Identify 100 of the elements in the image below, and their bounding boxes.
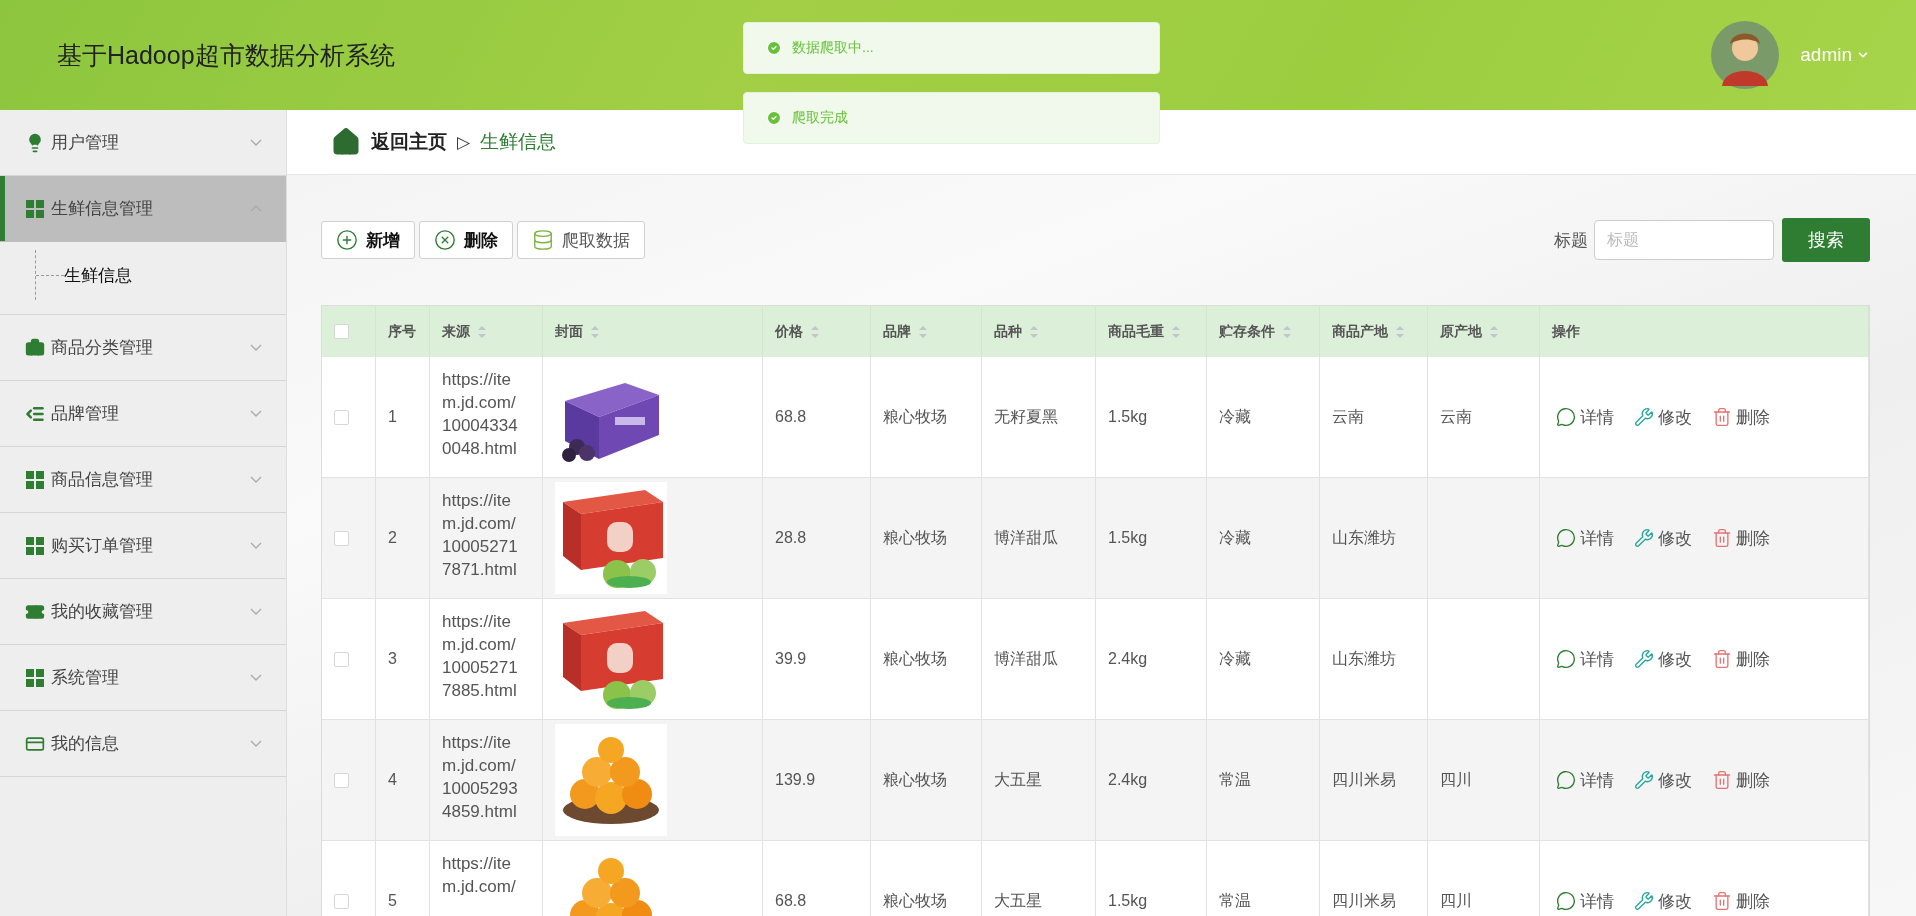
- cell-text: 139.9: [775, 771, 816, 789]
- edit-action[interactable]: 修改: [1634, 889, 1692, 913]
- delete-action[interactable]: 删除: [1712, 889, 1770, 913]
- column-header[interactable]: 商品毛重: [1096, 306, 1207, 357]
- toast-text: 爬取完成: [792, 109, 848, 127]
- cell-text: 2.4kg: [1108, 650, 1148, 668]
- cell-text: 博洋甜瓜: [994, 648, 1058, 669]
- cell-text: 3: [388, 650, 397, 668]
- sidebar-item[interactable]: 购买订单管理: [0, 513, 286, 579]
- sidebar-item[interactable]: 商品分类管理: [0, 315, 286, 381]
- source-url: https://item.jd.com/100052717885.html: [442, 611, 519, 702]
- sidebar-item-label: 商品信息管理: [51, 469, 154, 491]
- column-header[interactable]: 原产地: [1428, 306, 1540, 357]
- column-header[interactable]: 封面: [543, 306, 763, 357]
- column-header[interactable]: 品牌: [871, 306, 982, 357]
- delete-action[interactable]: 删除: [1712, 647, 1770, 671]
- cell-text: 大五星: [994, 890, 1042, 911]
- cell-text: 粮心牧场: [883, 406, 947, 427]
- sidebar-item[interactable]: 生鲜信息管理: [0, 176, 286, 242]
- column-title: 来源: [442, 322, 470, 341]
- detail-action[interactable]: 详情: [1556, 526, 1614, 550]
- column-title: 封面: [555, 322, 583, 341]
- search-button[interactable]: 搜索: [1782, 218, 1870, 262]
- detail-action[interactable]: 详情: [1556, 405, 1614, 429]
- cell-text: 云南: [1440, 406, 1472, 427]
- detail-action[interactable]: 详情: [1556, 768, 1614, 792]
- sidebar-item[interactable]: 品牌管理: [0, 381, 286, 447]
- sidebar-item[interactable]: 商品信息管理: [0, 447, 286, 513]
- sidebar-item-label: 购买订单管理: [51, 535, 154, 557]
- delete-button[interactable]: 删除: [419, 221, 513, 259]
- source-url: https://item.jd.com/100052717871.html: [442, 490, 519, 581]
- column-title: 操作: [1552, 322, 1580, 341]
- cell-text: 博洋甜瓜: [994, 527, 1058, 548]
- sidebar-item-label: 品牌管理: [51, 403, 120, 425]
- cell-text: 山东潍坊: [1332, 527, 1396, 548]
- search-label: 标题: [1554, 229, 1588, 252]
- cell-text: 粮心牧场: [883, 527, 947, 548]
- edit-action[interactable]: 修改: [1634, 526, 1692, 550]
- cell-text: 冷藏: [1219, 648, 1251, 669]
- cell-text: 1.5kg: [1108, 529, 1148, 547]
- column-title: 品种: [994, 322, 1022, 341]
- cell-text: 四川: [1440, 769, 1472, 790]
- sidebar-item-label: 商品分类管理: [51, 337, 154, 359]
- delete-action[interactable]: 删除: [1712, 768, 1770, 792]
- cell-text: 四川米易: [1332, 890, 1396, 911]
- sidebar-item-label: 我的信息: [51, 733, 120, 755]
- sidebar-item[interactable]: 我的收藏管理: [0, 579, 286, 645]
- cell-text: 28.8: [775, 529, 807, 547]
- cell-text: 1.5kg: [1108, 892, 1148, 910]
- separator: ▷: [457, 131, 471, 153]
- cell-text: 冷藏: [1219, 406, 1251, 427]
- cell-text: 云南: [1332, 406, 1364, 427]
- cell-text: 5: [388, 892, 397, 910]
- column-title: 贮存条件: [1219, 322, 1275, 341]
- cell-text: 四川: [1440, 890, 1472, 911]
- cell-text: 常温: [1219, 890, 1251, 911]
- sidebar-item-label: 我的收藏管理: [51, 601, 154, 623]
- cell-text: 2.4kg: [1108, 771, 1148, 789]
- column-title: 商品产地: [1332, 322, 1388, 341]
- cell-text: 68.8: [775, 408, 807, 426]
- cell-text: 68.8: [775, 892, 807, 910]
- edit-action[interactable]: 修改: [1634, 405, 1692, 429]
- crawl-button[interactable]: 爬取数据: [517, 221, 645, 259]
- cell-text: 2: [388, 529, 397, 547]
- cell-text: 山东潍坊: [1332, 648, 1396, 669]
- cell-text: 四川米易: [1332, 769, 1396, 790]
- source-url: https://item.jd.com/100043340048.html: [442, 369, 519, 460]
- column-header[interactable]: 商品产地: [1320, 306, 1428, 357]
- sidebar-subitem[interactable]: 生鲜信息: [35, 250, 286, 300]
- column-header[interactable]: 来源: [430, 306, 543, 357]
- column-title: 品牌: [883, 322, 911, 341]
- sidebar-item[interactable]: 系统管理: [0, 645, 286, 711]
- detail-action[interactable]: 详情: [1556, 889, 1614, 913]
- current-page: 生鲜信息: [480, 130, 557, 154]
- delete-action[interactable]: 删除: [1712, 405, 1770, 429]
- sidebar-item[interactable]: 我的信息: [0, 711, 286, 777]
- delete-action[interactable]: 删除: [1712, 526, 1770, 550]
- edit-action[interactable]: 修改: [1634, 647, 1692, 671]
- column-header[interactable]: 价格: [763, 306, 871, 357]
- edit-action[interactable]: 修改: [1634, 768, 1692, 792]
- add-button[interactable]: 新增: [321, 221, 415, 259]
- cell-text: 1: [388, 408, 397, 426]
- search-field[interactable]: 标题: [1594, 220, 1774, 260]
- source-url: https://item.jd.com/100052934859.html: [442, 732, 519, 823]
- column-title: 序号: [388, 322, 416, 341]
- cell-text: 4: [388, 771, 397, 789]
- cell-text: 粮心牧场: [883, 890, 947, 911]
- toast-text: 数据爬取中...: [792, 39, 874, 57]
- app-title: 基于Hadoop超市数据分析系统: [57, 39, 395, 71]
- cell-text: 常温: [1219, 769, 1251, 790]
- column-header[interactable]: 贮存条件: [1207, 306, 1320, 357]
- source-url: https://item.jd.com/: [442, 853, 517, 898]
- sidebar-item-label: 生鲜信息管理: [51, 198, 154, 220]
- sidebar-item-label: 系统管理: [51, 667, 120, 689]
- home-link[interactable]: 返回主页: [371, 129, 447, 155]
- column-header[interactable]: 品种: [982, 306, 1096, 357]
- sidebar-item-label: 用户管理: [51, 132, 120, 154]
- cell-text: 粮心牧场: [883, 769, 947, 790]
- cell-text: 1.5kg: [1108, 408, 1148, 426]
- detail-action[interactable]: 详情: [1556, 647, 1614, 671]
